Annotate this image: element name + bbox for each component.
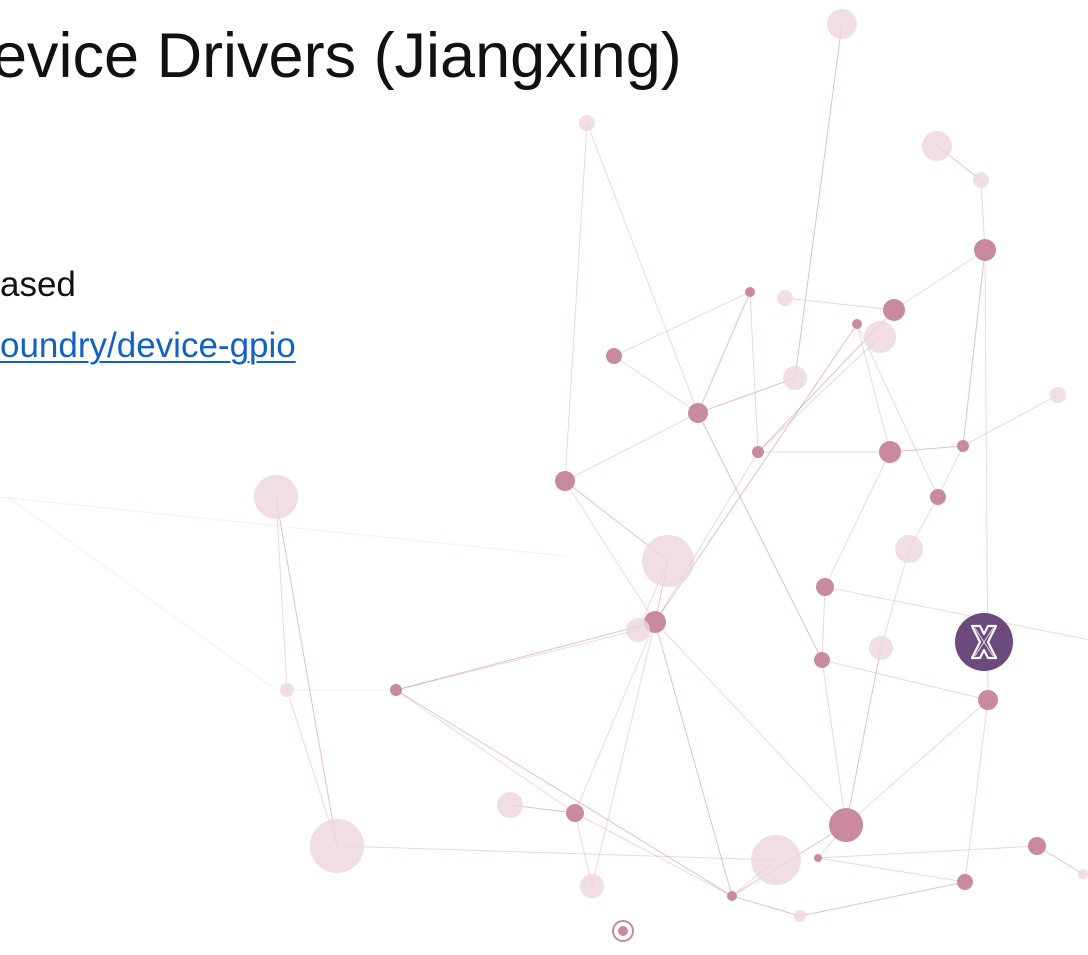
network-node bbox=[957, 874, 973, 890]
network-node bbox=[829, 808, 863, 842]
network-node bbox=[922, 131, 952, 161]
x-logo-icon bbox=[955, 613, 1013, 671]
network-edge bbox=[564, 480, 656, 623]
network-node bbox=[580, 874, 604, 898]
network-edge bbox=[962, 394, 1059, 447]
network-node bbox=[957, 440, 969, 452]
network-edge bbox=[794, 23, 843, 379]
network-node bbox=[895, 535, 923, 563]
network-edge bbox=[275, 496, 338, 847]
network-node bbox=[879, 441, 901, 463]
network-node bbox=[1050, 387, 1066, 403]
network-node bbox=[973, 172, 989, 188]
network-edge bbox=[586, 122, 699, 414]
network-edge bbox=[395, 689, 576, 814]
network-edge bbox=[591, 621, 656, 887]
network-node bbox=[579, 115, 595, 131]
network-edge bbox=[821, 659, 989, 701]
network-node bbox=[555, 471, 575, 491]
network-edge bbox=[336, 845, 777, 861]
network-edge bbox=[856, 323, 939, 498]
network-edge bbox=[799, 881, 966, 917]
network-edge bbox=[821, 659, 847, 826]
network-node bbox=[816, 578, 834, 596]
network-node bbox=[280, 683, 294, 697]
network-node bbox=[864, 321, 896, 353]
network-background bbox=[0, 9, 1088, 942]
network-node bbox=[794, 910, 806, 922]
network-node bbox=[852, 319, 862, 329]
network-edge bbox=[697, 377, 796, 414]
network-edge bbox=[964, 699, 989, 883]
slide-title: evice Drivers (Jiangxing) bbox=[0, 21, 682, 91]
network-node bbox=[727, 891, 737, 901]
network-nodes bbox=[254, 9, 1088, 922]
network-node bbox=[777, 290, 793, 306]
network-edge bbox=[817, 857, 966, 883]
network-node bbox=[1028, 837, 1046, 855]
network-node bbox=[745, 287, 755, 297]
network-node bbox=[869, 636, 893, 660]
network-edge bbox=[613, 355, 699, 414]
network-edge bbox=[962, 249, 986, 447]
network-edge bbox=[395, 621, 656, 691]
network-edge bbox=[7, 496, 277, 691]
network-edge bbox=[564, 122, 588, 482]
network-node bbox=[974, 239, 996, 261]
network-node bbox=[827, 9, 857, 39]
network-edge bbox=[880, 548, 910, 649]
network-node bbox=[751, 835, 801, 885]
network-node bbox=[566, 804, 584, 822]
network-node bbox=[814, 854, 822, 862]
network-edge bbox=[937, 445, 964, 498]
network-node bbox=[814, 652, 830, 668]
network-node bbox=[1078, 869, 1088, 879]
repo-link[interactable]: oundry/device-gpio bbox=[0, 326, 296, 365]
target-ring-icon bbox=[612, 920, 634, 942]
network-edge bbox=[893, 249, 986, 311]
network-edge bbox=[574, 621, 656, 814]
network-edge bbox=[821, 586, 826, 661]
network-edge bbox=[824, 586, 1088, 641]
network-edge bbox=[817, 845, 1038, 859]
network-edge bbox=[824, 451, 891, 588]
network-node bbox=[752, 446, 764, 458]
network-edge bbox=[613, 291, 751, 357]
network-edge bbox=[395, 629, 639, 691]
network-node bbox=[310, 819, 364, 873]
network-node bbox=[642, 535, 694, 587]
body-link-line: oundry/device-gpio bbox=[0, 326, 296, 366]
network-node bbox=[930, 489, 946, 505]
network-edge bbox=[564, 412, 699, 482]
network-edge bbox=[697, 291, 751, 414]
network-node bbox=[497, 792, 523, 818]
network-edge bbox=[731, 895, 801, 917]
network-edge bbox=[757, 336, 881, 453]
network-node bbox=[978, 690, 998, 710]
network-node bbox=[390, 684, 402, 696]
network-node bbox=[688, 403, 708, 423]
network-node bbox=[254, 475, 298, 519]
network-edges bbox=[0, 23, 1088, 917]
network-node bbox=[883, 299, 905, 321]
network-node bbox=[606, 348, 622, 364]
slide: evice Drivers (Jiangxing) ased oundry/de… bbox=[0, 0, 1088, 955]
network-node bbox=[626, 618, 650, 642]
network-edge bbox=[749, 291, 759, 453]
network-edge bbox=[784, 297, 895, 311]
network-edge bbox=[395, 689, 733, 897]
network-node bbox=[783, 366, 807, 390]
body-text-line: ased bbox=[0, 265, 76, 304]
